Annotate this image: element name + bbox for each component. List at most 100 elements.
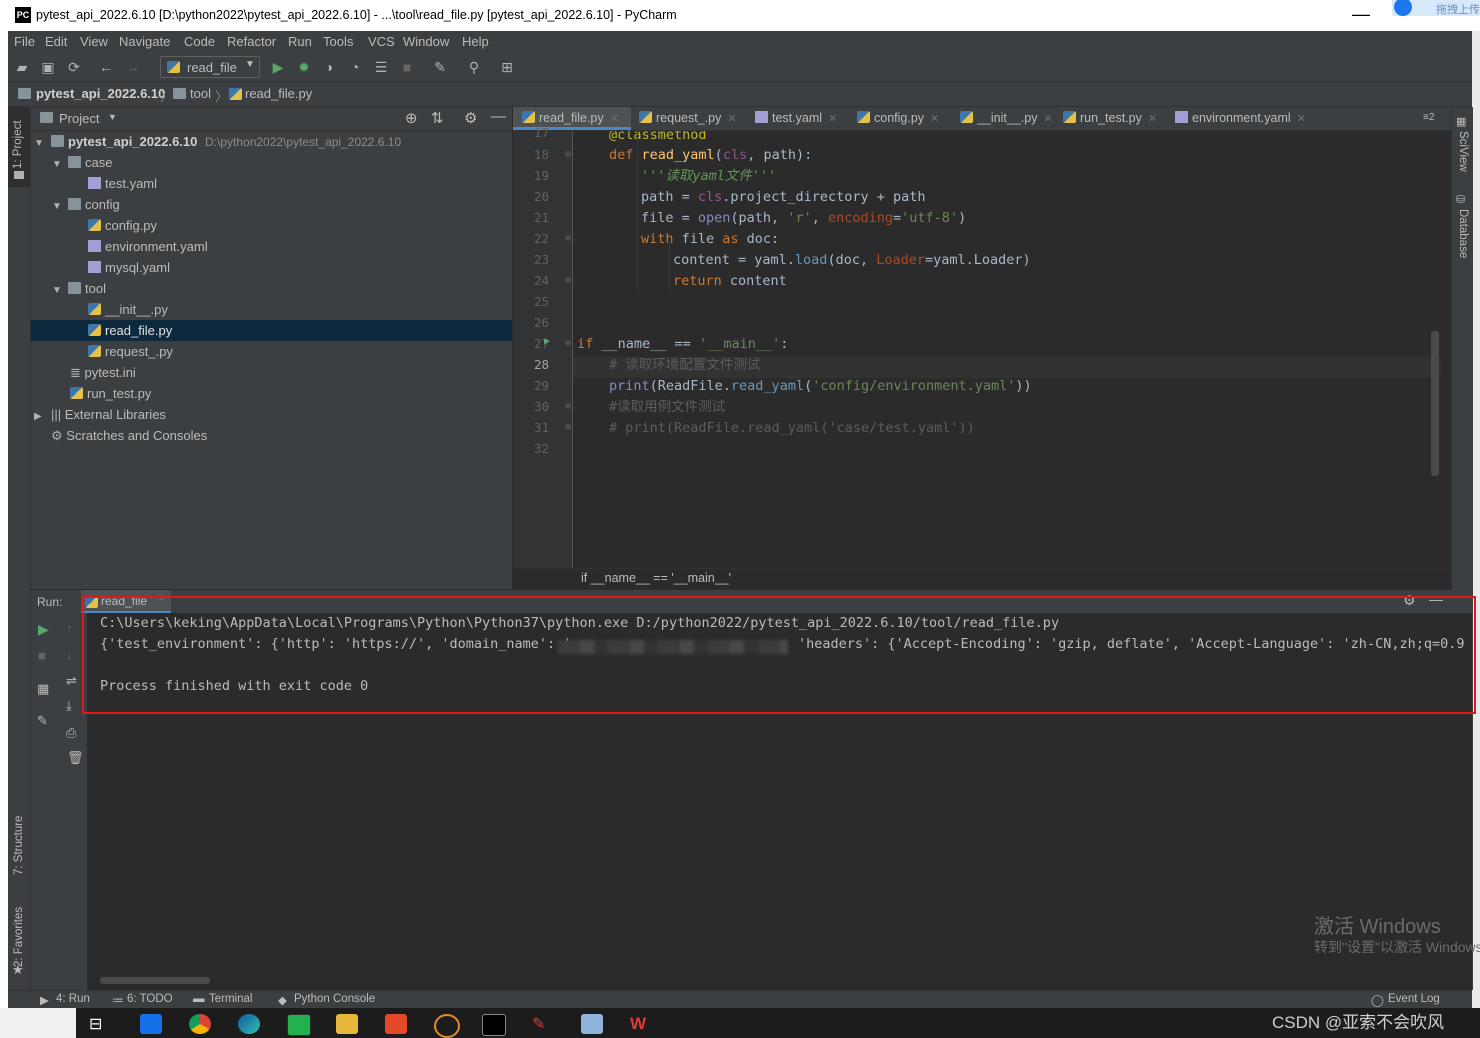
tool-tab-todo[interactable]: 6: TODO <box>127 993 173 1005</box>
close-icon[interactable]: ✕ <box>930 113 939 125</box>
concurrency-icon[interactable]: ☰ <box>373 59 389 75</box>
project-view-selector[interactable]: Project <box>59 111 99 126</box>
vcs-icon[interactable]: ⊞ <box>499 59 515 75</box>
tool-tab-terminal[interactable]: Terminal <box>209 993 252 1005</box>
close-icon[interactable]: ✕ <box>1148 113 1157 125</box>
trash-icon[interactable]: 🗑 <box>67 750 84 766</box>
scroll-to-end-icon[interactable]: ⤓ <box>66 698 72 714</box>
tab-run-test-py[interactable]: run_test.py ✕ <box>1057 107 1157 130</box>
menu-run[interactable]: Run <box>288 34 312 49</box>
breadcrumb-folder[interactable]: tool <box>190 86 211 101</box>
tree-item-external-libraries[interactable]: ▶ ||| External Libraries <box>31 404 512 425</box>
breadcrumb-project[interactable]: pytest_api_2022.6.10 <box>36 86 165 101</box>
debug-icon[interactable]: ✹ <box>296 59 312 75</box>
minimize-button[interactable]: — <box>1352 4 1370 25</box>
tool-tab-run[interactable]: 4: Run <box>56 993 90 1005</box>
menu-help[interactable]: Help <box>462 34 489 49</box>
chevron-down-icon[interactable]: ▼ <box>108 112 117 122</box>
open-folder-icon[interactable]: ▰ <box>14 59 30 75</box>
locate-file-icon[interactable]: ⊕ <box>405 109 418 127</box>
xmind-app-icon[interactable] <box>385 1014 407 1034</box>
print-icon[interactable]: ⎙ <box>66 725 76 741</box>
menu-navigate[interactable]: Navigate <box>119 34 170 49</box>
tree-item-test-yaml[interactable]: test.yaml <box>31 173 512 194</box>
rerun-icon[interactable]: ▶ <box>38 621 49 638</box>
coverage-icon[interactable]: ◑ <box>321 59 337 75</box>
tab-overflow-button[interactable]: ≡2 <box>1423 112 1434 123</box>
search-icon[interactable]: ⚲ <box>466 59 482 75</box>
notes-app-icon[interactable] <box>581 1014 603 1034</box>
database-tool-tab[interactable]: Database <box>1457 209 1469 258</box>
pycharm-taskbar-icon[interactable] <box>287 1014 311 1036</box>
gear-icon[interactable]: ⚙ <box>464 109 477 127</box>
fold-icon[interactable]: ⊖ <box>565 401 571 412</box>
close-icon[interactable]: ✕ <box>828 113 837 125</box>
tab-test-yaml[interactable]: test.yaml ✕ <box>749 107 837 130</box>
app-icon[interactable] <box>434 1014 460 1038</box>
menu-vcs[interactable]: VCS <box>368 34 395 49</box>
tree-item-environment-yaml[interactable]: environment.yaml <box>31 236 512 257</box>
menu-window[interactable]: Window <box>403 34 449 49</box>
tree-item-config-py[interactable]: config.py <box>31 215 512 236</box>
run-gutter-icon[interactable]: ▶ <box>544 336 550 347</box>
close-icon[interactable]: ✕ <box>1043 113 1052 125</box>
menu-tools[interactable]: Tools <box>323 34 353 49</box>
tree-item-run-test-py[interactable]: run_test.py <box>31 383 512 404</box>
soft-wrap-icon[interactable]: ⇌ <box>66 673 77 689</box>
back-arrow-icon[interactable]: ← <box>98 59 114 75</box>
wrench-icon[interactable]: ✎ <box>432 59 448 75</box>
menu-refactor[interactable]: Refactor <box>227 34 276 49</box>
tree-item-init-py[interactable]: __init__.py <box>31 299 512 320</box>
hide-panel-icon[interactable]: — <box>491 108 506 125</box>
run-configuration-select[interactable]: read_file ▼ <box>160 56 260 78</box>
run-icon[interactable]: ▶ <box>270 59 286 75</box>
tree-item-scratches[interactable]: ⚙ Scratches and Consoles <box>31 425 512 446</box>
code-editor[interactable]: @classmethod def read_yaml(cls, path): '… <box>573 131 1441 568</box>
menu-file[interactable]: File <box>14 34 35 49</box>
collapse-all-icon[interactable]: ⇅ <box>431 109 444 127</box>
layout-icon[interactable]: ▦ <box>37 681 49 697</box>
sciview-tool-tab[interactable]: SciView <box>1457 131 1469 172</box>
project-tool-tab[interactable]: 1: Project <box>8 107 30 187</box>
structure-tool-tab[interactable]: 7: Structure <box>13 816 25 875</box>
save-icon[interactable]: ▣ <box>40 59 56 75</box>
tab-config-py[interactable]: config.py ✕ <box>851 107 939 130</box>
close-icon[interactable]: ✕ <box>727 113 736 125</box>
tab-request-py[interactable]: request_.py ✕ <box>633 107 737 130</box>
chrome-app-icon[interactable] <box>189 1014 211 1034</box>
fold-icon[interactable]: ⊖ <box>565 422 571 433</box>
tool-tab-event-log[interactable]: Event Log <box>1388 993 1440 1005</box>
tool-tab-python-console[interactable]: Python Console <box>294 993 375 1005</box>
tree-item-project-root[interactable]: ▼ pytest_api_2022.6.10 D:\python2022\pyte… <box>31 131 512 152</box>
pen-app-icon[interactable]: ✎ <box>532 1014 554 1034</box>
sync-icon[interactable]: ⟳ <box>66 59 82 75</box>
tree-item-read-file-py[interactable]: read_file.py <box>31 320 512 341</box>
fold-icon[interactable]: ⊖ <box>565 338 571 349</box>
edge-app-icon[interactable] <box>238 1014 260 1034</box>
terminal-app-icon[interactable] <box>482 1014 506 1036</box>
favorites-tool-tab[interactable]: 2: Favorites <box>13 907 25 967</box>
task-view-icon[interactable]: ⊟ <box>89 1014 111 1034</box>
close-icon[interactable]: ✕ <box>610 113 619 125</box>
menu-edit[interactable]: Edit <box>45 34 67 49</box>
wps-app-icon[interactable]: W <box>630 1014 652 1034</box>
tree-item-config[interactable]: ▼ config <box>31 194 512 215</box>
fold-icon[interactable]: ⊖ <box>565 275 571 286</box>
stop-icon[interactable]: ■ <box>399 59 415 75</box>
scroll-down-icon[interactable]: ↓ <box>66 647 73 662</box>
scroll-up-icon[interactable]: ↑ <box>66 621 73 636</box>
menu-view[interactable]: View <box>80 34 108 49</box>
profile-icon[interactable]: ◔ <box>347 59 363 75</box>
feishu-app-icon[interactable] <box>140 1014 162 1034</box>
fold-icon[interactable]: ⊖ <box>565 149 571 160</box>
tab-environment-yaml[interactable]: environment.yaml ✕ <box>1169 107 1306 130</box>
pin-icon[interactable]: ✎ <box>37 713 48 729</box>
editor-scrollbar[interactable] <box>1431 331 1439 476</box>
stop-icon[interactable]: ■ <box>38 648 46 663</box>
upload-badge[interactable]: 拖拽上传 <box>1392 0 1480 16</box>
tab-init-py[interactable]: __init__.py ✕ <box>954 107 1053 130</box>
breadcrumb-file[interactable]: read_file.py <box>245 86 312 101</box>
forward-arrow-icon[interactable]: → <box>125 59 141 75</box>
fold-icon[interactable]: ⊖ <box>565 233 571 244</box>
tree-item-case[interactable]: ▼ case <box>31 152 512 173</box>
